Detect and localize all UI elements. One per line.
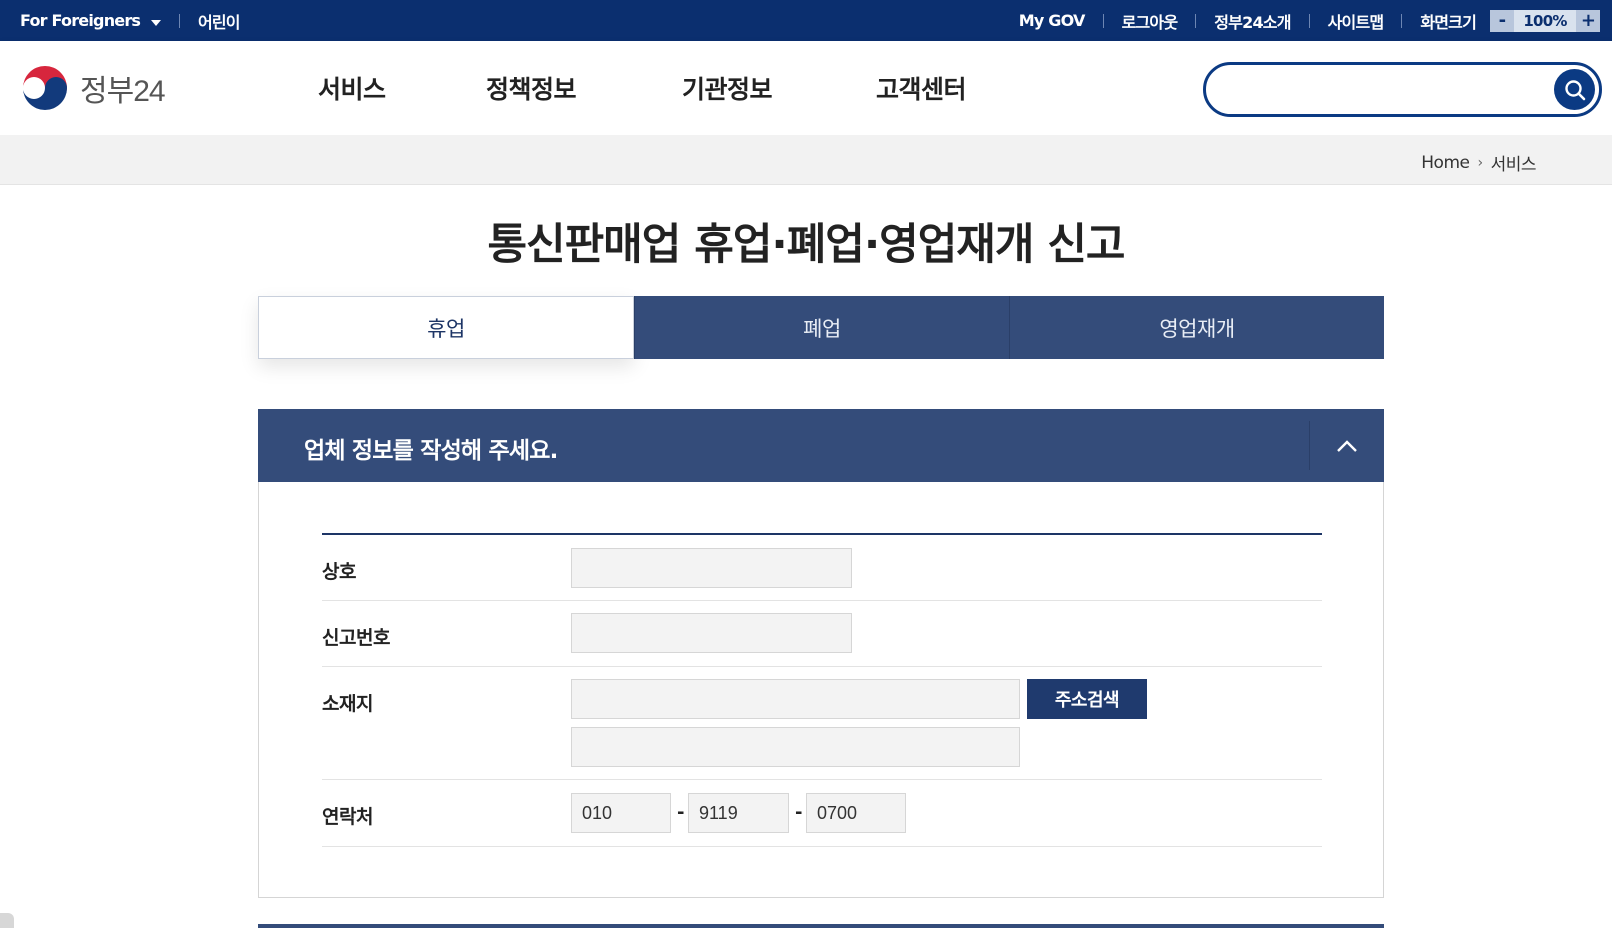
nav-item-policy[interactable]: 정책정보 <box>486 70 682 106</box>
section-header[interactable]: 업체 정보를 작성해 주세요. <box>258 409 1384 482</box>
sitemap-link[interactable]: 사이트맵 <box>1328 9 1384 33</box>
address-label: 소재지 <box>322 693 373 715</box>
utility-left: For Foreigners 어린이 <box>20 0 240 41</box>
tab-resumption[interactable]: 영업재개 <box>1009 296 1384 359</box>
caret-down-icon <box>150 20 161 26</box>
form-row-report-number: 신고번호 <box>322 601 1322 667</box>
tab-suspension[interactable]: 휴업 <box>258 296 634 359</box>
search-input[interactable] <box>1226 75 1526 105</box>
company-name-field[interactable] <box>571 548 852 588</box>
utility-right: My GOV 로그아웃 정부24소개 사이트맵 화면크기 - 100% + <box>1019 0 1600 41</box>
zoom-out-button[interactable]: - <box>1490 9 1514 32</box>
phone-separator: - <box>795 802 803 823</box>
zoom-control: - 100% + <box>1490 9 1600 32</box>
tab-bar: 휴업 폐업 영업재개 <box>258 296 1384 359</box>
section-body: 상호 신고번호 소재지 주소검색 연락처 010 - 9119 - 0700 <box>258 482 1384 898</box>
logout-link[interactable]: 로그아웃 <box>1122 9 1178 33</box>
about-link[interactable]: 정부24소개 <box>1214 9 1291 33</box>
breadcrumb-current[interactable]: 서비스 <box>1491 150 1537 175</box>
logo-text: 정부24 <box>80 75 166 108</box>
for-foreigners-dropdown[interactable]: For Foreigners <box>20 11 161 30</box>
form-row-address: 소재지 주소검색 <box>322 667 1322 780</box>
divider <box>1102 13 1104 28</box>
report-number-field[interactable] <box>571 613 852 653</box>
chevron-right-icon: › <box>1477 154 1483 171</box>
form-row-company: 상호 <box>322 535 1322 601</box>
utility-bar: For Foreigners 어린이 My GOV 로그아웃 정부24소개 사이… <box>0 0 1612 41</box>
breadcrumb: Home › 서비스 <box>1421 150 1537 176</box>
next-section-header <box>258 924 1384 928</box>
zoom-in-button[interactable]: + <box>1576 9 1600 32</box>
mygov-link[interactable]: My GOV <box>1019 11 1086 30</box>
kids-link[interactable]: 어린이 <box>198 9 241 33</box>
main-nav: 서비스 정책정보 기관정보 고객센터 <box>318 41 967 135</box>
phone-field-1[interactable]: 010 <box>571 793 671 833</box>
report-number-label: 신고번호 <box>322 627 390 649</box>
breadcrumb-home[interactable]: Home <box>1421 153 1470 173</box>
phone-field-2[interactable]: 9119 <box>688 793 789 833</box>
phone-field-3[interactable]: 0700 <box>806 793 906 833</box>
chevron-up-icon <box>1337 440 1357 452</box>
collapse-button[interactable] <box>1328 427 1366 465</box>
section-title: 업체 정보를 작성해 주세요. <box>304 438 558 464</box>
divider <box>1195 13 1197 28</box>
address-field[interactable] <box>571 679 1020 719</box>
nav-item-services[interactable]: 서비스 <box>318 70 486 106</box>
divider <box>178 13 180 28</box>
address-detail-field[interactable] <box>571 727 1020 767</box>
search-icon <box>1564 79 1585 100</box>
nav-item-customer-center[interactable]: 고객센터 <box>876 70 967 106</box>
breadcrumb-bar: Home › 서비스 <box>0 135 1612 185</box>
contact-label: 연락처 <box>322 806 373 828</box>
search-box <box>1203 62 1602 117</box>
divider <box>1308 13 1310 28</box>
divider <box>1309 421 1310 470</box>
company-label: 상호 <box>322 561 356 583</box>
search-button[interactable] <box>1554 69 1595 110</box>
nav-item-agency[interactable]: 기관정보 <box>682 70 876 106</box>
main-header: 정부24 서비스 정책정보 기관정보 고객센터 <box>0 41 1612 135</box>
company-info-form: 상호 신고번호 소재지 주소검색 연락처 010 - 9119 - 0700 <box>322 533 1322 847</box>
scroll-handle[interactable] <box>0 913 14 928</box>
for-foreigners-label: For Foreigners <box>20 11 141 30</box>
tab-closure[interactable]: 폐업 <box>634 296 1009 359</box>
zoom-label: 화면크기 <box>1420 12 1476 32</box>
address-search-button[interactable]: 주소검색 <box>1027 679 1147 719</box>
site-logo[interactable]: 정부24 <box>20 63 166 113</box>
form-row-contact: 연락처 010 - 9119 - 0700 <box>322 780 1322 847</box>
zoom-value: 100% <box>1514 9 1576 32</box>
phone-separator: - <box>677 802 685 823</box>
divider <box>1401 13 1403 28</box>
page-title: 통신판매업 휴업·폐업·영업재개 신고 <box>487 220 1125 270</box>
taegeuk-logo-icon <box>21 64 69 112</box>
